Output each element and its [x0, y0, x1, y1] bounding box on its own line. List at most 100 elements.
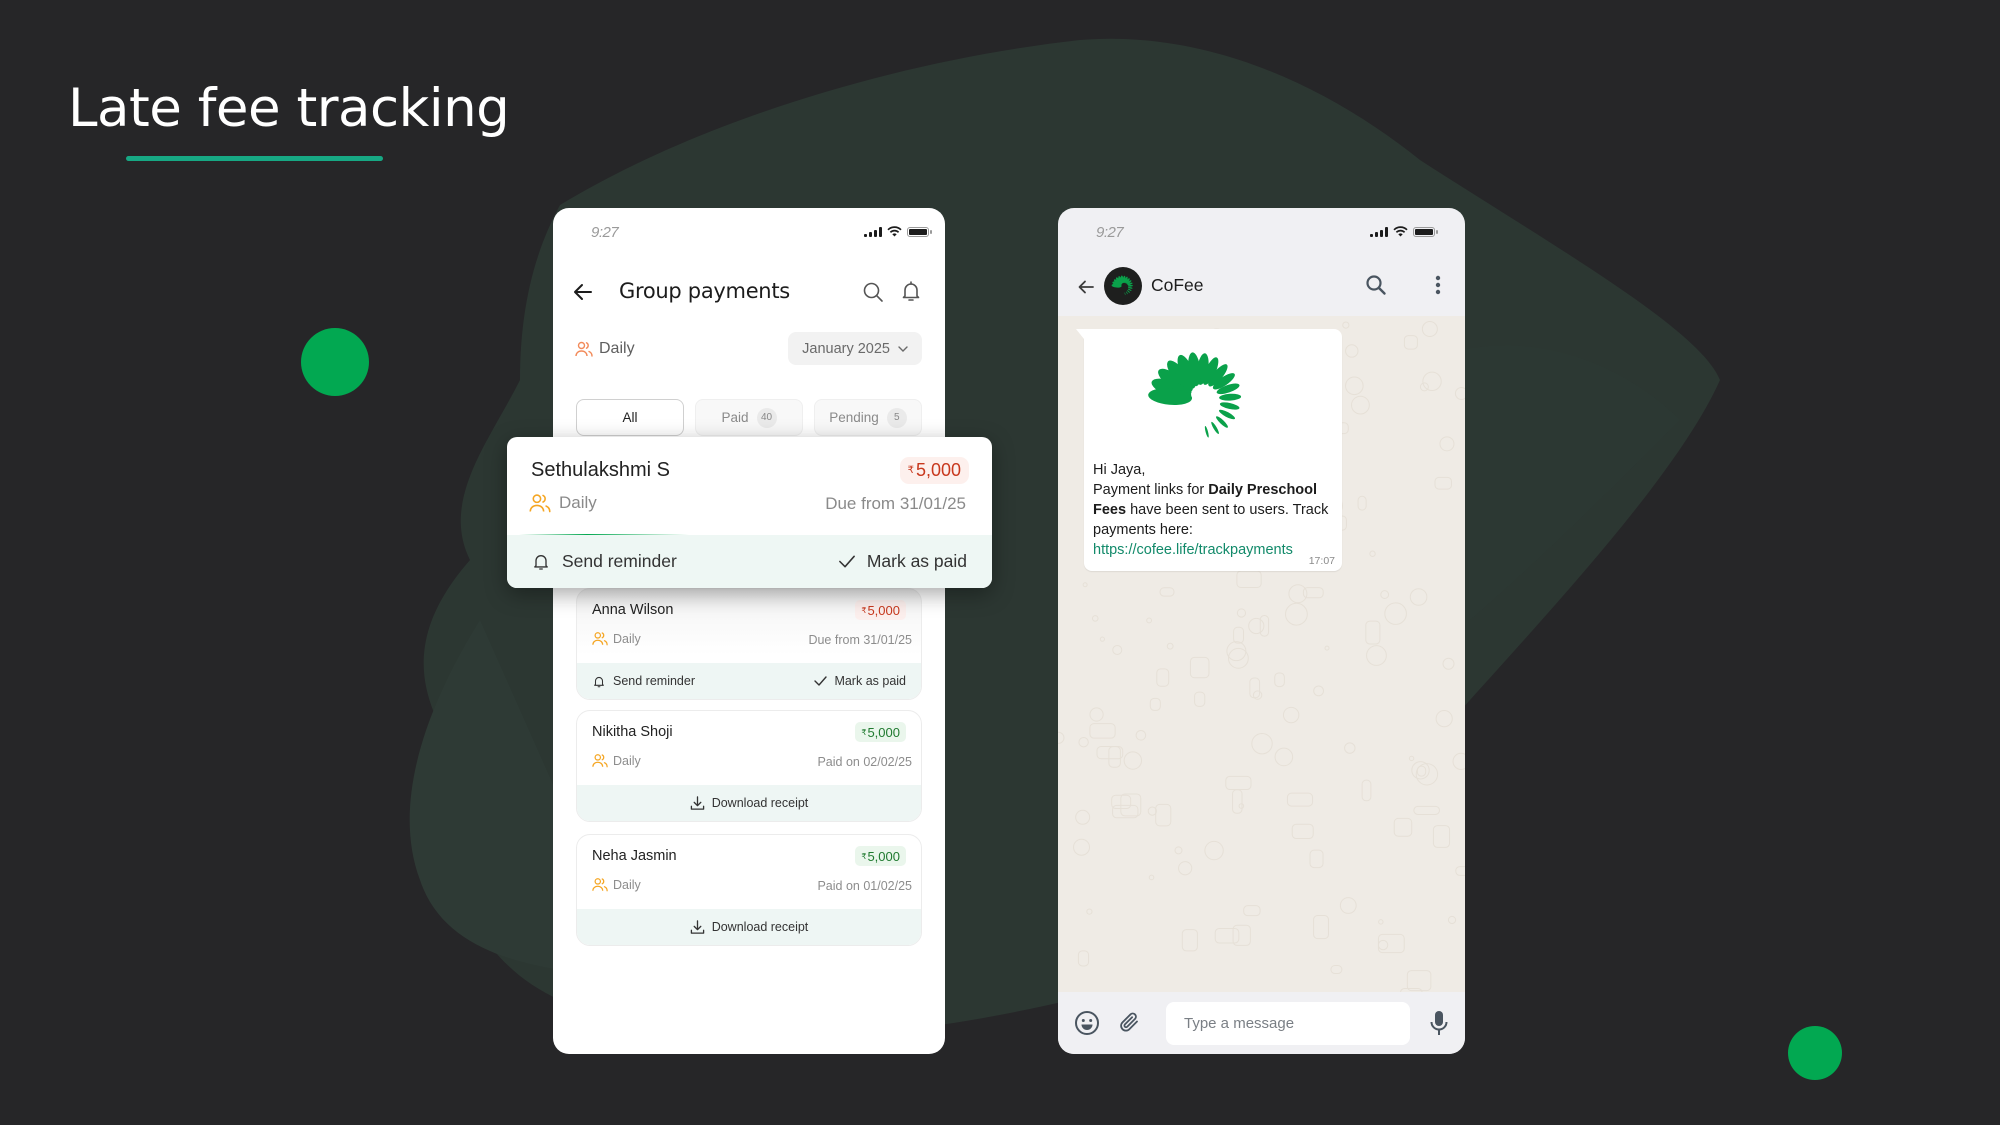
wallpaper-doodle [1344, 742, 1356, 754]
wallpaper-doodle [1078, 737, 1089, 748]
wallpaper-doodle [1357, 495, 1367, 511]
group-name: Daily [613, 631, 641, 646]
wallpaper-doodle [1123, 751, 1143, 770]
download-icon [690, 919, 704, 934]
wallpaper-doodle [1291, 823, 1314, 840]
card-group: Daily [592, 753, 641, 768]
wallpaper-doodle [1330, 965, 1343, 975]
payments-phone-screen: 9:27 Group payments Daily January 2025 A… [553, 208, 945, 1054]
group-name: Daily [559, 493, 597, 512]
more-vertical-icon[interactable] [1435, 273, 1441, 297]
users-icon [592, 878, 608, 892]
tab-all[interactable]: All [576, 399, 684, 436]
wallpaper-doodle [1058, 731, 1065, 744]
wallpaper-doodle [1225, 775, 1252, 791]
card-actions: Download receipt [577, 785, 921, 821]
contact-avatar[interactable] [1104, 267, 1142, 305]
check-icon [838, 555, 855, 568]
title-underline [126, 156, 383, 161]
bell-icon[interactable] [899, 279, 923, 303]
wallpaper-doodle [1345, 376, 1364, 396]
decorative-green-dot [1788, 1026, 1842, 1080]
wallpaper-doodle [1238, 803, 1245, 809]
due-date: Due from 31/01/25 [808, 633, 912, 647]
wallpaper-doodle [1342, 321, 1350, 329]
page-title: Group payments [619, 279, 790, 303]
chat-messages-area: Hi Jaya, Payment links for Daily Prescho… [1058, 316, 1465, 992]
payment-card[interactable]: Anna Wilson ₹5,000 Daily Due from 31/01/… [576, 588, 922, 700]
status-bar: 9:27 [553, 208, 945, 258]
tab-paid[interactable]: Paid 40 [695, 399, 803, 436]
chat-header: CoFee [1058, 258, 1465, 316]
wallpaper-doodle [1274, 747, 1294, 767]
month-select-value: January 2025 [802, 340, 890, 357]
search-icon[interactable] [1364, 273, 1388, 297]
wallpaper-doodle [1288, 584, 1308, 604]
tab-pending[interactable]: Pending 5 [814, 399, 922, 436]
mark-as-paid-button[interactable]: Mark as paid [838, 551, 967, 572]
wallpaper-doodle [1274, 672, 1285, 688]
background-brush-stroke [409, 38, 1721, 1038]
send-reminder-button[interactable]: Send reminder [531, 551, 677, 572]
logo-petal [1219, 402, 1240, 410]
wallpaper-doodle [1243, 905, 1261, 917]
month-select[interactable]: January 2025 [788, 332, 922, 365]
microphone-icon[interactable] [1429, 1010, 1449, 1036]
payment-card[interactable]: Nikitha Shoji ₹5,000 Daily Paid on 02/02… [576, 710, 922, 822]
wallpaper-doodle [1135, 729, 1147, 741]
paperclip-icon[interactable] [1118, 1010, 1142, 1034]
amount-badge-paid: ₹5,000 [855, 846, 906, 866]
logo-petal [1127, 285, 1133, 287]
cofee-logo-icon [1111, 275, 1133, 296]
search-icon[interactable] [861, 280, 885, 304]
arrow-left-icon[interactable] [1076, 277, 1096, 297]
mark-as-paid-label: Mark as paid [834, 674, 906, 688]
send-reminder-button[interactable]: Send reminder [592, 674, 695, 689]
card-actions: Download receipt [577, 909, 921, 945]
arrow-left-icon[interactable] [571, 280, 595, 304]
tab-count-badge: 40 [756, 407, 777, 428]
wallpaper-doodle [1452, 752, 1465, 770]
download-receipt-button[interactable]: Download receipt [690, 795, 808, 811]
wallpaper-doodle [1232, 789, 1243, 814]
filter-row: Daily January 2025 [553, 332, 945, 366]
paid-date: Paid on 02/02/25 [817, 755, 912, 769]
wallpaper-doodle [1421, 321, 1438, 338]
download-receipt-label: Download receipt [711, 920, 809, 934]
wallpaper-doodle [1249, 677, 1261, 699]
group-name: Daily [613, 753, 641, 768]
battery-icon [1413, 226, 1438, 237]
message-input[interactable] [1166, 1002, 1410, 1045]
card-actions: Send reminder Mark as paid [507, 535, 992, 588]
app-header: Group payments [553, 272, 945, 312]
emoji-icon[interactable] [1074, 1010, 1100, 1036]
wifi-icon [1393, 226, 1408, 237]
slide-title: Late fee tracking [68, 78, 510, 139]
track-payments-link[interactable]: https://cofee.life/trackpayments [1093, 542, 1293, 558]
paid-date: Paid on 01/02/25 [817, 879, 912, 893]
wallpaper-doodle [1313, 685, 1324, 697]
highlighted-payment-card[interactable]: Sethulakshmi S ₹5,000 Daily Due from 31/… [507, 437, 992, 588]
download-receipt-button[interactable]: Download receipt [690, 919, 809, 935]
chevron-down-icon [898, 345, 908, 352]
group-name: Daily [613, 877, 641, 892]
send-reminder-label: Send reminder [562, 551, 677, 571]
due-date: Due from 31/01/25 [825, 494, 966, 513]
wallpaper-doodle [1194, 691, 1206, 707]
card-body: Anna Wilson ₹5,000 Daily Due from 31/01/… [577, 589, 921, 663]
tab-count-badge: 5 [886, 407, 907, 428]
wallpaper-doodle [1393, 817, 1413, 837]
wallpaper-doodle [1455, 866, 1465, 876]
payment-card[interactable]: Neha Jasmin ₹5,000 Daily Paid on 01/02/2… [576, 834, 922, 946]
status-bar: 9:27 [1058, 208, 1465, 258]
users-icon [529, 494, 551, 513]
wallpaper-doodle [1091, 615, 1099, 622]
contact-name[interactable]: CoFee [1151, 275, 1204, 296]
message-bubble: Hi Jaya, Payment links for Daily Prescho… [1076, 329, 1342, 571]
wallpaper-doodle [1146, 617, 1153, 624]
wallpaper-doodle [1366, 645, 1387, 666]
wallpaper-doodle [1204, 840, 1224, 861]
wallpaper-doodle [1313, 915, 1329, 940]
wallpaper-doodle [1454, 386, 1465, 400]
mark-as-paid-button[interactable]: Mark as paid [814, 674, 906, 688]
